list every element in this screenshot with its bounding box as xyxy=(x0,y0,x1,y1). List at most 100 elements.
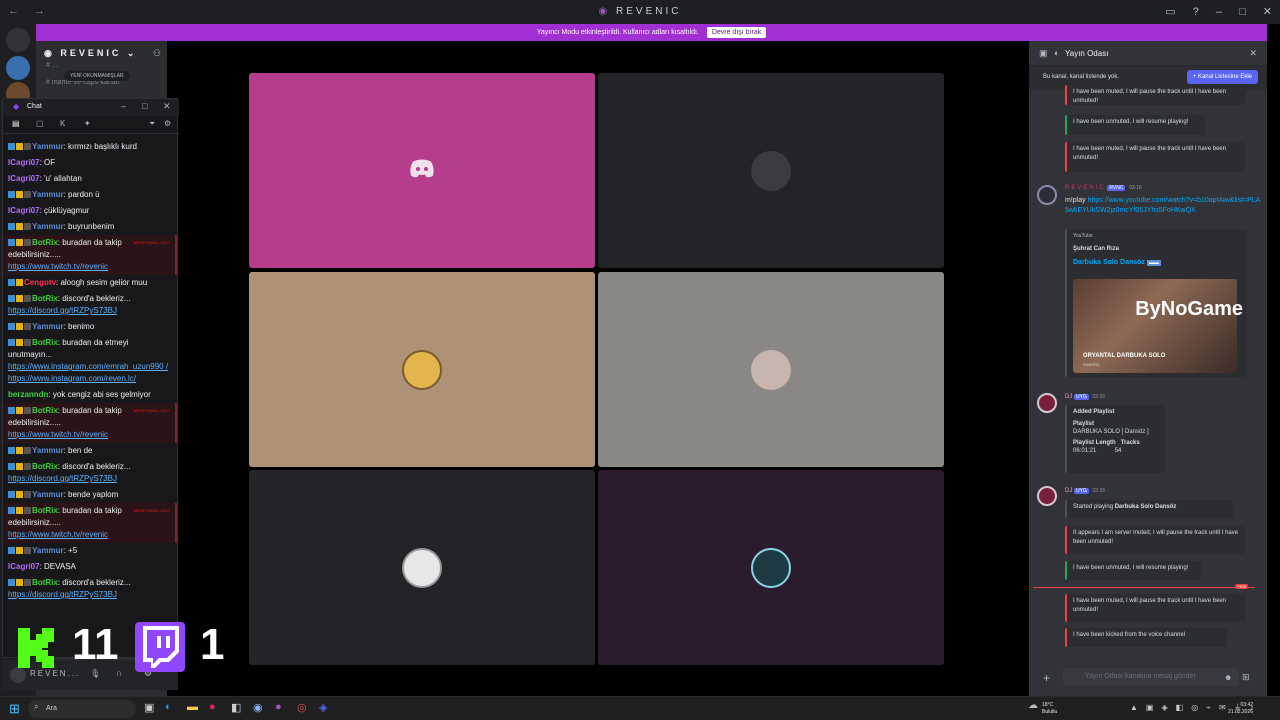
chat-username[interactable]: ICagri07 xyxy=(8,562,40,571)
chat-link[interactable]: https://www.instagram.com/emrah_uzun990 … xyxy=(8,362,168,383)
chat-link[interactable]: https://www.twitch.tv/revenic xyxy=(8,430,108,439)
chat-username[interactable]: Yammur xyxy=(32,322,64,331)
chat-badge-icon xyxy=(16,463,23,470)
minimize-icon[interactable]: – xyxy=(121,101,126,111)
unread-pill[interactable]: YENİ OKUNMAMIŞLAR xyxy=(64,71,130,81)
emoji-icon[interactable]: ☻ xyxy=(1224,673,1232,682)
chat-username[interactable]: ICagri07 xyxy=(8,206,40,215)
chat-username[interactable]: BotRix xyxy=(32,338,58,347)
chat-badge-icon xyxy=(8,407,15,414)
add-member-icon[interactable]: ⚇ xyxy=(153,48,161,59)
weather-widget[interactable]: 18°C Bulutlu xyxy=(1042,702,1057,716)
new-tag: YENİ xyxy=(1235,584,1249,589)
bot-embed: It appears I am server muted, I will pau… xyxy=(1065,526,1245,554)
taskbar-search[interactable]: Ara xyxy=(28,700,136,718)
chat-badge-icon xyxy=(16,279,23,286)
bot-embed: I have been muted, I will pause the trac… xyxy=(1065,594,1245,622)
youtube-link[interactable]: https://www.youtube.com/watch?v=b10aptAi… xyxy=(1065,197,1260,214)
help-icon[interactable]: ? xyxy=(1193,6,1199,18)
close-icon[interactable]: ✕ xyxy=(163,101,171,112)
taskbar: ⊞ Ara ⌕ ▣ ◐ ▬ ● ◧ ◉ ● ◎ ◈ ☁ 18°C Bulutlu … xyxy=(0,696,1280,720)
username[interactable]: DJ xyxy=(1065,394,1072,400)
channel-item[interactable]: # ... xyxy=(46,62,58,69)
chat-username[interactable]: berzanndn xyxy=(8,390,48,399)
chat-text: OF xyxy=(44,158,56,167)
kick-tab-icon[interactable]: K xyxy=(60,119,65,128)
chat-link[interactable]: https://www.twitch.tv/revenic xyxy=(8,530,108,539)
participant-tile[interactable] xyxy=(249,73,595,268)
app-icon[interactable]: ● xyxy=(275,701,282,713)
settings-icon[interactable]: ⚙ xyxy=(164,119,171,128)
chat-username[interactable]: BotRix xyxy=(32,506,58,515)
close-panel-icon[interactable]: ✕ xyxy=(1249,48,1257,59)
sparkle-icon[interactable]: ✦ xyxy=(84,119,91,128)
chat-username[interactable]: ICagri07 xyxy=(8,158,40,167)
task-view-icon[interactable]: ▣ xyxy=(144,701,154,714)
maximize-icon[interactable]: □ xyxy=(1239,6,1246,18)
inbox-icon[interactable]: ▭ xyxy=(1165,6,1175,18)
chat-link[interactable]: https://discord.gg/tRZPyS73BJ xyxy=(8,474,117,483)
participant-tile[interactable] xyxy=(249,272,595,467)
windows-start-icon[interactable]: ⊞ xyxy=(9,701,20,717)
server-name[interactable]: ◉ REVENIC ⌄ xyxy=(44,48,137,59)
file-explorer-icon[interactable]: ▬ xyxy=(187,701,198,713)
username[interactable]: REVENIC xyxy=(1065,185,1106,191)
avatar[interactable] xyxy=(1037,393,1057,413)
edge-icon[interactable]: ◐ xyxy=(165,701,172,713)
chat-username[interactable]: BotRix xyxy=(32,578,58,587)
participant-tile[interactable] xyxy=(249,470,595,665)
discord-home-icon[interactable] xyxy=(6,28,30,52)
discord-taskbar-icon[interactable]: ◈ xyxy=(319,701,327,714)
bot-badge: UYG xyxy=(1074,394,1089,400)
chat-username[interactable]: BotRix xyxy=(32,294,58,303)
video-thumbnail[interactable]: ByNoGame ORYANTAL DARBUKA SOLO DANSÖZ xyxy=(1073,279,1243,373)
chat-username[interactable]: Yammur xyxy=(32,222,64,231)
app-icon[interactable]: ◎ xyxy=(297,701,307,714)
chat-username[interactable]: BotRix xyxy=(32,238,58,247)
close-icon[interactable]: ✕ xyxy=(1263,6,1272,18)
disable-streamer-mode-button[interactable]: Devre dışı bırak xyxy=(706,27,767,38)
chat-link[interactable]: https://discord.gg/tRZPyS73BJ xyxy=(8,306,117,315)
username[interactable]: DJ xyxy=(1065,488,1072,494)
server-icon[interactable] xyxy=(6,56,30,80)
chat-username[interactable]: Yammur xyxy=(32,190,64,199)
app-icon[interactable]: ◧ xyxy=(231,701,241,714)
participant-tile[interactable] xyxy=(598,272,944,467)
add-attachment-icon[interactable]: + xyxy=(1043,671,1050,685)
filter-icon[interactable]: ⏷ xyxy=(149,119,155,129)
chat-link[interactable]: https://www.twitch.tv/revenic xyxy=(8,262,108,271)
chat-tab-icon[interactable]: ▢ xyxy=(36,119,44,128)
app-icon[interactable]: ● xyxy=(209,701,216,713)
message-input[interactable]: Yayın Odası kanalına mesaj gönder xyxy=(1063,668,1239,686)
avatar[interactable] xyxy=(1037,486,1057,506)
chat-username[interactable]: Cengotv xyxy=(24,278,56,287)
chat-message: ICagri07: çüklüyagmur xyxy=(3,203,177,219)
steam-icon[interactable]: ◉ xyxy=(253,701,263,714)
chat-text: aloogh sesim gelior muu xyxy=(60,278,148,287)
avatar[interactable] xyxy=(10,667,26,683)
embed-author[interactable]: Şuhrat Can Rıza xyxy=(1073,245,1241,254)
clock[interactable]: 03:42 21.02.2026 xyxy=(1228,702,1253,716)
chat-username[interactable]: ICagri07 xyxy=(8,174,40,183)
participant-tile[interactable] xyxy=(598,73,944,268)
username[interactable]: REVEN... xyxy=(30,669,80,678)
participant-tile[interactable] xyxy=(598,470,944,665)
minimize-icon[interactable]: – xyxy=(1216,6,1222,18)
chat-badge-icon xyxy=(16,239,23,246)
chat-message: BotRix: buradan da etmeyi unutmayın... ht… xyxy=(3,335,177,387)
chat-badge-icon xyxy=(24,191,31,198)
maximize-icon[interactable]: □ xyxy=(142,101,147,111)
chat-username[interactable]: Yammur xyxy=(32,142,64,151)
microphone-icon[interactable]: 🎙︎ xyxy=(90,669,100,678)
chat-link[interactable]: https://discord.gg/tRZPyS73BJ xyxy=(8,590,117,599)
add-to-channel-list-button[interactable]: + Kanal Listesine Ekle xyxy=(1186,70,1258,84)
chat-username[interactable]: Yammur xyxy=(32,490,64,499)
chat-username[interactable]: BotRix xyxy=(32,462,58,471)
avatar[interactable] xyxy=(1037,185,1057,205)
chat-username[interactable]: Yammur xyxy=(32,546,64,555)
apps-icon[interactable]: ⊞ xyxy=(1242,672,1250,683)
chat-username[interactable]: Yammur xyxy=(32,446,64,455)
chat-username[interactable]: BotRix xyxy=(32,406,58,415)
chat-tab-icon[interactable]: ▤ xyxy=(12,119,20,128)
embed-title[interactable]: Darbuka Solo Dansöz ▬▬ xyxy=(1073,258,1241,268)
